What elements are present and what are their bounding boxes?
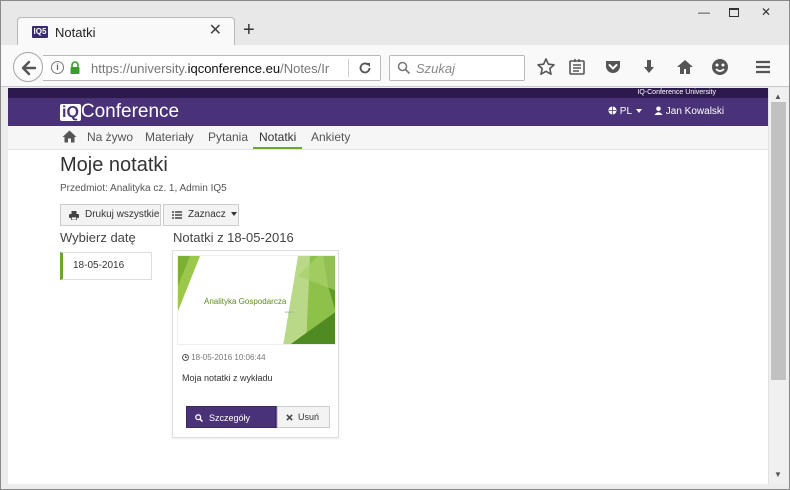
- reload-icon[interactable]: [357, 60, 373, 76]
- subject-line: Przedmiot: Analityka cz. 1, Admin IQ5: [60, 183, 227, 194]
- hamburger-menu-icon[interactable]: [753, 57, 775, 79]
- back-arrow-icon: [21, 60, 37, 76]
- pocket-icon[interactable]: [603, 57, 625, 79]
- top-strip: IQ-Conference University: [8, 88, 768, 98]
- scroll-up-arrow[interactable]: ▲: [774, 92, 782, 101]
- language-selector[interactable]: PL: [608, 106, 643, 117]
- magnifier-icon: [195, 414, 203, 422]
- search-placeholder: Szukaj: [416, 61, 456, 76]
- user-icon: [654, 106, 663, 115]
- info-icon[interactable]: i: [51, 61, 64, 74]
- menu-item-surveys[interactable]: Ankiety: [311, 130, 350, 144]
- favicon-icon: IQ5: [32, 26, 48, 38]
- slide-title: Analityka Gospodarcza: [204, 297, 287, 306]
- window-close-icon[interactable]: ✕: [753, 5, 779, 21]
- date-heading: Wybierz datę: [60, 230, 136, 245]
- delete-button[interactable]: Usuń: [277, 406, 330, 428]
- tab-title: Notatki: [55, 25, 96, 40]
- tab-close-icon[interactable]: ✕: [209, 23, 222, 39]
- bookmark-star-icon[interactable]: [536, 57, 558, 79]
- maximize-icon[interactable]: [721, 5, 747, 21]
- select-dropdown-button[interactable]: Zaznacz: [163, 204, 239, 226]
- navigation-toolbar: i https://university.iqconference.eu/Not…: [1, 45, 789, 87]
- browser-window: IQ5 Notatki ✕ + — ✕ i https://university…: [0, 0, 790, 490]
- site-logo[interactable]: iQ Conference: [60, 101, 179, 124]
- reading-list-icon[interactable]: [567, 57, 589, 79]
- back-button[interactable]: [13, 52, 43, 82]
- url-text: https://university.iqconference.eu/Notes…: [91, 61, 330, 76]
- note-text: Moja notatki z wykładu: [182, 373, 273, 383]
- main-menu: Na żywo Materiały Pytania Notatki Ankiet…: [8, 126, 768, 150]
- vertical-scrollbar[interactable]: ▲ ▼: [768, 88, 788, 484]
- details-button[interactable]: Szczegóły: [186, 406, 276, 428]
- menu-item-materials[interactable]: Materiały: [145, 130, 194, 144]
- notes-heading: Notatki z 18-05-2016: [173, 230, 294, 245]
- scroll-thumb[interactable]: [771, 102, 786, 380]
- x-icon: [286, 414, 293, 421]
- date-list-item[interactable]: 18-05-2016: [60, 252, 152, 280]
- note-card: Analityka Gospodarcza Etap 1 18-05-2016 …: [172, 250, 339, 438]
- print-all-button[interactable]: Drukuj wszystkie: [60, 204, 161, 226]
- menu-item-questions[interactable]: Pytania: [208, 130, 248, 144]
- slide-subtitle: Etap 1: [285, 310, 294, 314]
- university-label: IQ-Conference University: [637, 89, 716, 96]
- browser-tab[interactable]: IQ5 Notatki ✕: [17, 17, 235, 47]
- page-title: Moje notatki: [60, 154, 168, 176]
- user-menu[interactable]: Jan Kowalski: [654, 106, 724, 117]
- new-tab-icon[interactable]: +: [243, 20, 255, 40]
- search-icon: [397, 61, 411, 75]
- print-icon: [69, 211, 79, 220]
- home-nav-icon[interactable]: [62, 130, 77, 143]
- menu-item-live[interactable]: Na żywo: [87, 130, 133, 144]
- minimize-icon[interactable]: —: [691, 5, 717, 21]
- lock-icon: [70, 61, 80, 74]
- url-separator: [348, 59, 349, 77]
- slide-thumbnail[interactable]: Analityka Gospodarcza Etap 1: [177, 255, 336, 345]
- address-bar[interactable]: i https://university.iqconference.eu/Not…: [43, 55, 381, 81]
- title-bar: IQ5 Notatki ✕ + — ✕: [1, 1, 789, 47]
- search-bar[interactable]: Szukaj: [389, 55, 525, 81]
- note-timestamp: 18-05-2016 10:06:44: [182, 353, 266, 362]
- emoji-icon[interactable]: [710, 57, 732, 79]
- menu-item-notes[interactable]: Notatki: [253, 130, 303, 149]
- scroll-down-arrow[interactable]: ▼: [774, 470, 782, 479]
- clock-icon: [182, 354, 189, 361]
- page-viewport: IQ-Conference University iQ Conference PL…: [8, 88, 768, 484]
- brand-bar: iQ Conference PL Jan Kowalski: [8, 98, 768, 126]
- home-icon[interactable]: [675, 57, 697, 79]
- globe-icon: [608, 106, 617, 115]
- list-icon: [172, 211, 182, 219]
- download-icon[interactable]: [639, 57, 661, 79]
